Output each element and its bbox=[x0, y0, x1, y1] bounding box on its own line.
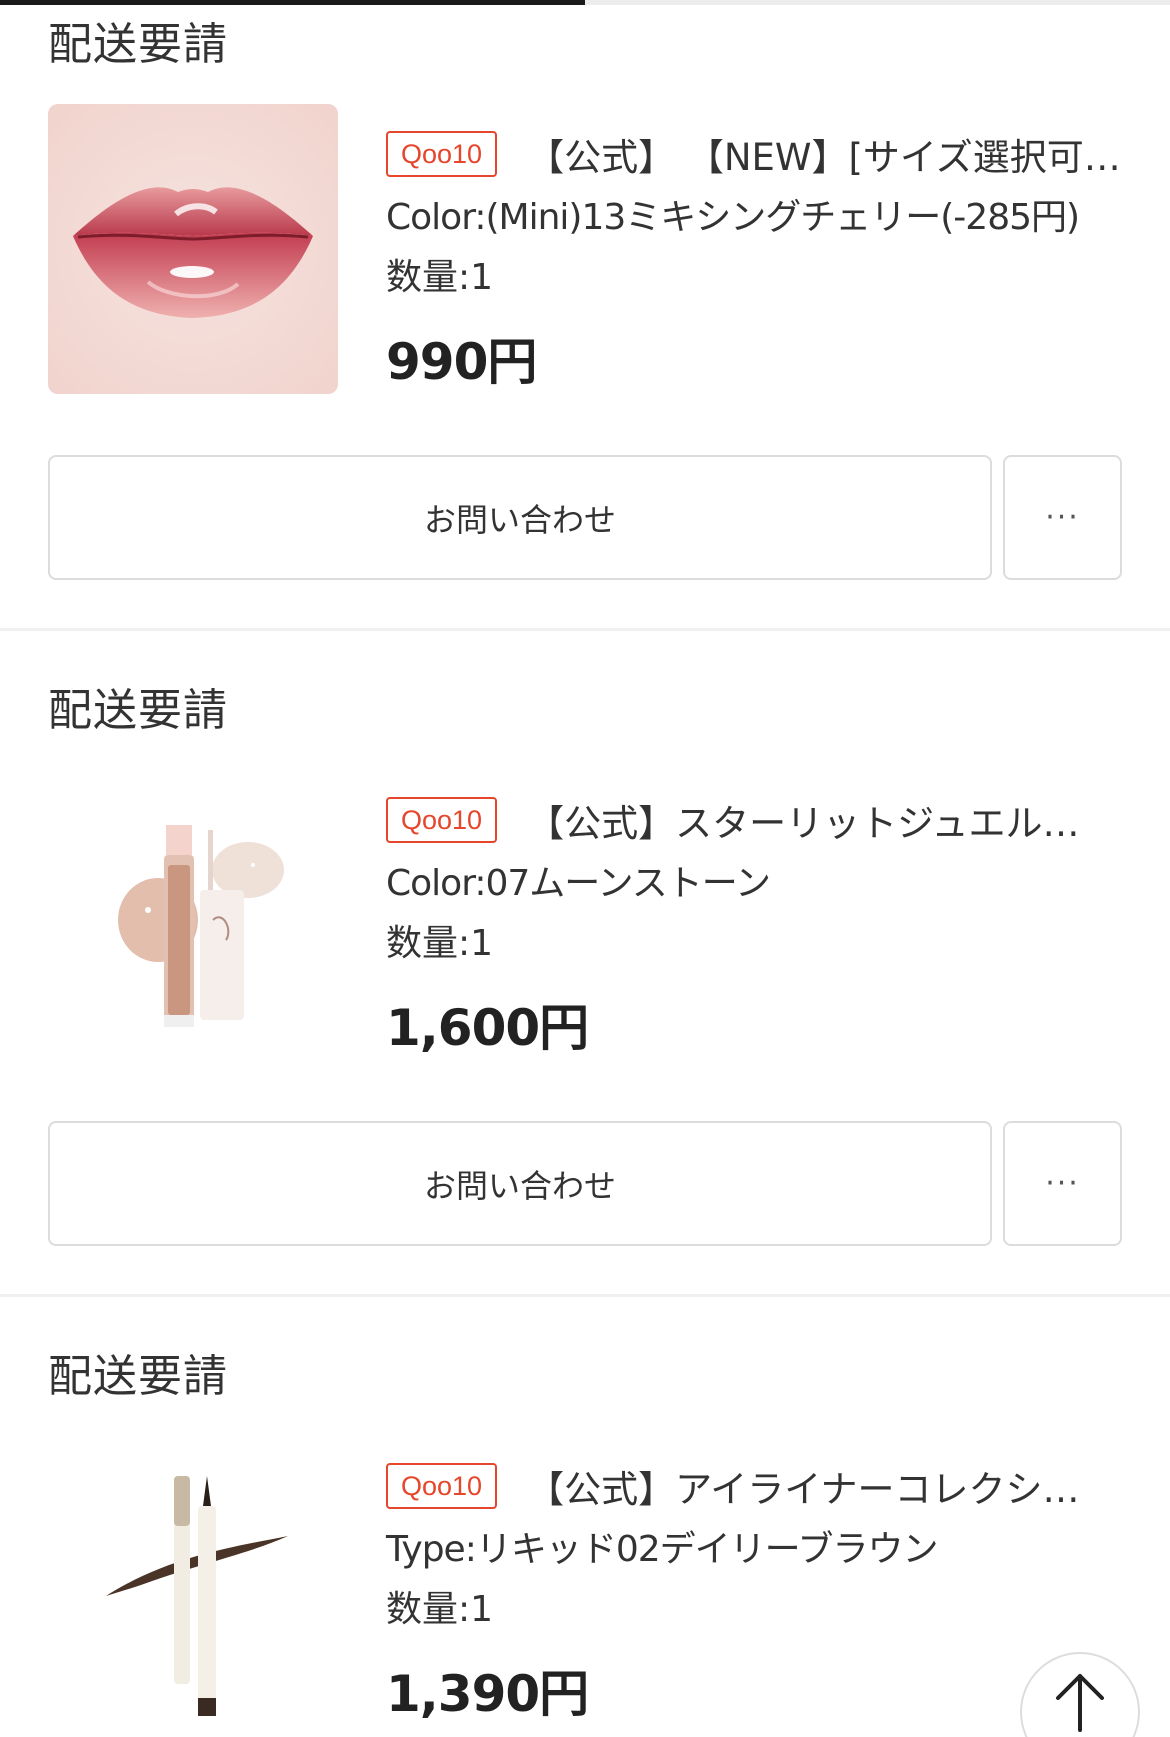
product-title[interactable]: 【公式】 【NEW】[サイズ選択可… bbox=[527, 127, 1126, 181]
section-divider bbox=[0, 1294, 1170, 1297]
product-info: Qoo10 【公式】アイライナーコレクシ… Type:リキッド02デイリーブラウ… bbox=[386, 1458, 1126, 1726]
lips-photo-icon bbox=[48, 104, 338, 394]
more-dots-icon: ··· bbox=[1045, 1166, 1080, 1201]
more-options-button[interactable]: ··· bbox=[1003, 1121, 1122, 1246]
product-info: Qoo10 【公式】スターリットジュエル… Color:07ムーンストーン 数量… bbox=[386, 792, 1126, 1060]
order-list-page: 配送要請 Qoo10 【公式】 【NEW】[サイズ選択可… Color:(Min… bbox=[0, 0, 1170, 1737]
scroll-progress-fill bbox=[0, 0, 585, 5]
arrow-up-icon bbox=[1056, 1674, 1104, 1732]
scroll-progress-track bbox=[0, 0, 1170, 5]
more-options-button[interactable]: ··· bbox=[1003, 455, 1122, 580]
product-image-eyeshadow[interactable] bbox=[48, 770, 338, 1060]
product-quantity: 数量:1 bbox=[386, 923, 494, 964]
product-title-line[interactable]: Qoo10 【公式】スターリットジュエル… bbox=[386, 792, 1126, 848]
eyeliner-icon bbox=[48, 1436, 338, 1726]
product-price: 990円 bbox=[386, 333, 537, 391]
product-option: Type:リキッド02デイリーブラウン bbox=[386, 1529, 938, 1570]
contact-button[interactable]: お問い合わせ bbox=[48, 455, 992, 580]
product-title[interactable]: 【公式】スターリットジュエル… bbox=[527, 793, 1126, 847]
contact-button[interactable]: お問い合わせ bbox=[48, 1121, 992, 1246]
glitter-eyeshadow-icon bbox=[48, 770, 338, 1060]
product-title[interactable]: 【公式】アイライナーコレクシ… bbox=[527, 1459, 1126, 1513]
product-quantity: 数量:1 bbox=[386, 1589, 494, 1630]
product-option: Color:07ムーンストーン bbox=[386, 863, 771, 904]
order-status: 配送要請 bbox=[48, 19, 228, 70]
product-option: Color:(Mini)13ミキシングチェリー(-285円) bbox=[386, 197, 1080, 238]
section-divider bbox=[0, 628, 1170, 631]
qoo10-badge: Qoo10 bbox=[386, 796, 498, 844]
product-title-line[interactable]: Qoo10 【公式】アイライナーコレクシ… bbox=[386, 1458, 1126, 1514]
product-quantity: 数量:1 bbox=[386, 257, 494, 298]
product-info: Qoo10 【公式】 【NEW】[サイズ選択可… Color:(Mini)13ミ… bbox=[386, 126, 1126, 394]
product-image-lip-gloss[interactable] bbox=[48, 104, 338, 394]
qoo10-badge: Qoo10 bbox=[386, 130, 498, 178]
more-dots-icon: ··· bbox=[1045, 500, 1080, 535]
product-title-line[interactable]: Qoo10 【公式】 【NEW】[サイズ選択可… bbox=[386, 126, 1126, 182]
product-price: 1,600円 bbox=[386, 999, 589, 1057]
order-status: 配送要請 bbox=[48, 1351, 228, 1402]
order-status: 配送要請 bbox=[48, 685, 228, 736]
product-image-eyeliner[interactable] bbox=[48, 1436, 338, 1726]
product-price: 1,390円 bbox=[386, 1665, 589, 1723]
qoo10-badge: Qoo10 bbox=[386, 1462, 498, 1510]
